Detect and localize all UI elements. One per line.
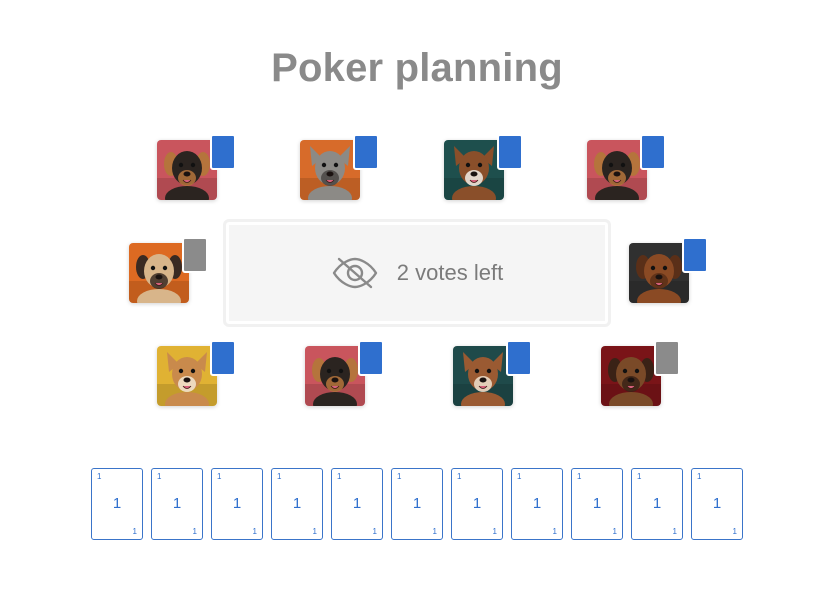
votes-left-text: 2 votes left <box>396 260 504 285</box>
card-corner-value: 1 <box>217 472 222 481</box>
card-corner-value: 1 <box>637 472 642 481</box>
deck-card[interactable]: 1 1 1 <box>91 468 143 540</box>
card-value: 1 <box>112 495 122 512</box>
avatar <box>444 140 504 200</box>
avatar <box>157 140 217 200</box>
card-corner-value: 1 <box>157 472 162 481</box>
card-corner-value: 1 <box>577 472 582 481</box>
vote-card-voted <box>210 134 236 170</box>
avatar-image <box>300 140 360 200</box>
card-value: 1 <box>592 495 602 512</box>
deck-card[interactable]: 1 1 1 <box>691 468 743 540</box>
card-corner-value: 1 <box>492 527 497 536</box>
avatar-image <box>129 243 189 303</box>
avatar <box>300 140 360 200</box>
card-value: 1 <box>472 495 482 512</box>
card-value: 1 <box>652 495 662 512</box>
card-corner-value: 1 <box>97 472 102 481</box>
card-value: 1 <box>352 495 362 512</box>
table-status: 2 votes left <box>331 256 503 290</box>
card-corner-value: 1 <box>672 527 677 536</box>
player-seat <box>587 134 666 206</box>
avatar-image <box>629 243 689 303</box>
card-corner-value: 1 <box>697 472 702 481</box>
deck-card[interactable]: 1 1 1 <box>331 468 383 540</box>
card-value: 1 <box>172 495 182 512</box>
player-seat <box>305 340 384 412</box>
card-corner-value: 1 <box>397 472 402 481</box>
deck-card[interactable]: 1 1 1 <box>271 468 323 540</box>
deck-card[interactable]: 1 1 1 <box>211 468 263 540</box>
player-seat <box>444 134 523 206</box>
vote-card-voted <box>640 134 666 170</box>
avatar <box>305 346 365 406</box>
avatar-image <box>305 346 365 406</box>
player-seat <box>629 237 708 309</box>
card-corner-value: 1 <box>517 472 522 481</box>
card-corner-value: 1 <box>277 472 282 481</box>
card-corner-value: 1 <box>252 527 257 536</box>
avatar <box>157 346 217 406</box>
player-seat <box>157 340 236 412</box>
card-corner-value: 1 <box>552 527 557 536</box>
avatar-image <box>444 140 504 200</box>
vote-card-voted <box>353 134 379 170</box>
player-seat <box>157 134 236 206</box>
player-seat <box>601 340 680 412</box>
vote-card-voted <box>682 237 708 273</box>
card-corner-value: 1 <box>732 527 737 536</box>
card-corner-value: 1 <box>432 527 437 536</box>
vote-card-voted <box>497 134 523 170</box>
eye-off-icon <box>332 257 377 289</box>
deck-card[interactable]: 1 1 1 <box>511 468 563 540</box>
avatar-image <box>157 346 217 406</box>
poker-table: 2 votes left <box>223 219 611 327</box>
avatar-image <box>601 346 661 406</box>
player-seat <box>453 340 532 412</box>
deck-card[interactable]: 1 1 1 <box>631 468 683 540</box>
card-deck: 1 1 1 1 1 1 1 1 1 1 1 1 1 1 1 1 1 1 1 1 1 1 1 1 1 1 1 1 1 1 1 1 1 <box>91 468 751 540</box>
poker-planning-page: Poker planning 2 votes left 111111111111… <box>0 0 834 600</box>
card-value: 1 <box>412 495 422 512</box>
card-value: 1 <box>712 495 722 512</box>
card-value: 1 <box>292 495 302 512</box>
card-corner-value: 1 <box>192 527 197 536</box>
deck-card[interactable]: 1 1 1 <box>451 468 503 540</box>
vote-card-voted <box>506 340 532 376</box>
card-corner-value: 1 <box>612 527 617 536</box>
avatar-image <box>587 140 647 200</box>
avatar <box>601 346 661 406</box>
avatar <box>453 346 513 406</box>
deck-card[interactable]: 1 1 1 <box>151 468 203 540</box>
vote-card-voted <box>358 340 384 376</box>
card-corner-value: 1 <box>457 472 462 481</box>
avatar <box>129 243 189 303</box>
card-corner-value: 1 <box>132 527 137 536</box>
avatar-image <box>157 140 217 200</box>
vote-card-pending <box>654 340 680 376</box>
deck-card[interactable]: 1 1 1 <box>571 468 623 540</box>
card-corner-value: 1 <box>337 472 342 481</box>
vote-card-voted <box>210 340 236 376</box>
player-seat <box>300 134 379 206</box>
card-corner-value: 1 <box>312 527 317 536</box>
card-value: 1 <box>532 495 542 512</box>
card-value: 1 <box>232 495 242 512</box>
page-title: Poker planning <box>271 46 563 90</box>
avatar-image <box>453 346 513 406</box>
player-seat <box>129 237 208 309</box>
deck-card[interactable]: 1 1 1 <box>391 468 443 540</box>
avatar <box>587 140 647 200</box>
avatar <box>629 243 689 303</box>
vote-card-pending <box>182 237 208 273</box>
card-corner-value: 1 <box>372 527 377 536</box>
